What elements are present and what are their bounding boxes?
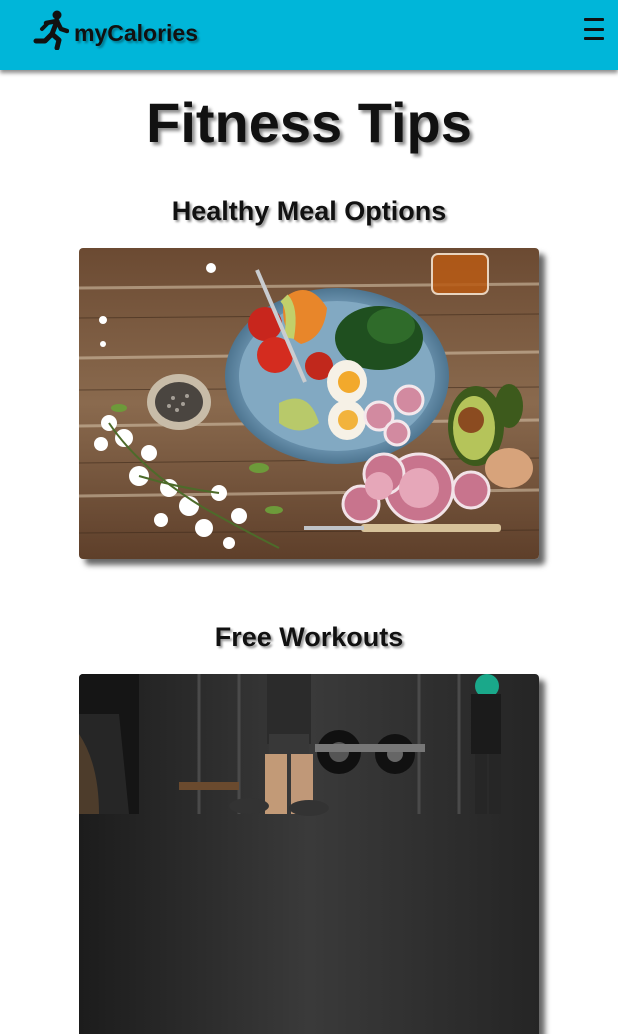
runner-icon [33, 10, 69, 50]
top-navbar: myCalories [0, 0, 618, 70]
brand-link[interactable]: myCalories [33, 10, 198, 50]
gym-workout-photo [79, 674, 539, 1034]
app-name: myCalories [74, 19, 199, 46]
section-title-workouts: Free Workouts [214, 622, 404, 652]
section-title-meals: Healthy Meal Options [171, 196, 447, 226]
page-title: Fitness Tips [146, 91, 472, 154]
hamburger-menu-icon[interactable] [584, 18, 604, 40]
healthy-meal-photo [79, 248, 539, 559]
